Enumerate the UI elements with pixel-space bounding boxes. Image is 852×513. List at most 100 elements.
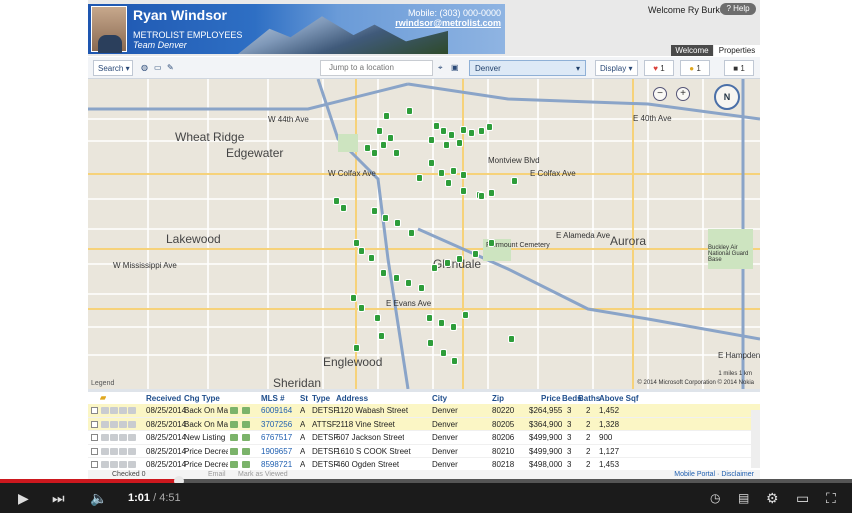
table-row[interactable]: 08/25/2014Price Decreas 1909657 A DETSF1610… xyxy=(88,445,760,458)
heart-icon[interactable] xyxy=(101,407,109,414)
col-city[interactable]: City xyxy=(432,394,447,403)
listing-pin[interactable] xyxy=(333,197,340,205)
listing-pin[interactable] xyxy=(406,107,413,115)
display-button[interactable]: Display ▾ xyxy=(595,60,638,76)
col-st[interactable]: St xyxy=(300,394,308,403)
select-area-icon[interactable]: ▭ xyxy=(154,60,164,76)
listing-pin[interactable] xyxy=(440,349,447,357)
photo-icon[interactable] xyxy=(128,407,136,414)
map-thumb-icon[interactable] xyxy=(230,407,238,414)
photo-icon[interactable] xyxy=(128,420,136,428)
listing-pin[interactable] xyxy=(393,149,400,157)
listing-pin[interactable] xyxy=(433,122,440,130)
table-row[interactable]: 08/25/2014Back On Mark 6009164 A DETSF1120 … xyxy=(88,404,760,418)
listing-pin[interactable] xyxy=(374,314,381,322)
photo-icon[interactable] xyxy=(128,434,136,441)
map-thumb-icon[interactable] xyxy=(230,420,238,428)
tab-properties[interactable]: Properties xyxy=(714,45,760,56)
favorites-counter[interactable]: ♥ 1 xyxy=(644,60,674,76)
col-chg-type[interactable]: Chg Type xyxy=(184,394,220,403)
photo-thumb-icon[interactable] xyxy=(242,461,250,468)
listing-pin[interactable] xyxy=(508,335,515,343)
listing-pin[interactable] xyxy=(444,259,451,267)
heart-icon[interactable] xyxy=(101,447,109,455)
listing-pin[interactable] xyxy=(418,284,425,292)
rejects-counter[interactable]: ■ 1 xyxy=(724,60,754,76)
listing-pin[interactable] xyxy=(440,127,447,135)
captions-icon[interactable]: ▤ xyxy=(738,491,749,505)
listing-pin[interactable] xyxy=(378,332,385,340)
listing-pin[interactable] xyxy=(427,339,434,347)
listing-pin[interactable] xyxy=(393,274,400,282)
listing-pin[interactable] xyxy=(371,149,378,157)
bus-icon[interactable]: ▣ xyxy=(451,60,461,76)
cell-mls[interactable]: 8598721 xyxy=(261,460,292,469)
row-checkbox[interactable] xyxy=(91,407,98,414)
listing-pin[interactable] xyxy=(438,319,445,327)
listing-pin[interactable] xyxy=(486,123,493,131)
listing-pin[interactable] xyxy=(456,255,463,263)
listing-pin[interactable] xyxy=(478,127,485,135)
heart-icon[interactable] xyxy=(101,434,109,441)
agent-email-link[interactable]: rwindsor@metrolist.com xyxy=(395,18,501,28)
listing-pin[interactable] xyxy=(478,192,485,200)
listing-pin[interactable] xyxy=(358,304,365,312)
listing-pin[interactable] xyxy=(450,323,457,331)
listing-pin[interactable] xyxy=(431,264,438,272)
listing-pin[interactable] xyxy=(387,134,394,142)
row-checkbox[interactable] xyxy=(91,420,98,428)
heart-icon[interactable] xyxy=(101,461,109,468)
compass-control[interactable]: N xyxy=(714,84,740,110)
listing-pin[interactable] xyxy=(353,239,360,247)
row-checkbox[interactable] xyxy=(91,434,98,441)
listing-pin[interactable] xyxy=(380,269,387,277)
mark-viewed-button[interactable]: Mark as Viewed xyxy=(238,471,288,478)
next-icon[interactable]: ⏭ xyxy=(52,491,65,505)
trash-icon[interactable] xyxy=(119,407,127,414)
col-zip[interactable]: Zip xyxy=(492,394,504,403)
listing-pin[interactable] xyxy=(353,344,360,352)
listing-pin[interactable] xyxy=(460,126,467,134)
listing-pin[interactable] xyxy=(382,214,389,222)
listing-pin[interactable] xyxy=(428,159,435,167)
listing-pin[interactable] xyxy=(340,204,347,212)
map-canvas[interactable]: Wheat Ridge Edgewater Lakewood Aurora En… xyxy=(88,79,760,389)
bulb-icon[interactable] xyxy=(110,461,118,468)
listing-pin[interactable] xyxy=(376,127,383,135)
listing-pin[interactable] xyxy=(462,311,469,319)
map-thumb-icon[interactable] xyxy=(230,434,238,441)
listing-pin[interactable] xyxy=(416,174,423,182)
listing-pin[interactable] xyxy=(368,254,375,262)
map-thumb-icon[interactable] xyxy=(230,447,238,455)
table-row[interactable]: 08/25/2014 New Listing 6767517 A DETSF 607 Ja… xyxy=(88,431,760,445)
listing-pin[interactable] xyxy=(511,177,518,185)
listing-pin[interactable] xyxy=(428,136,435,144)
photo-thumb-icon[interactable] xyxy=(242,407,250,414)
listing-pin[interactable] xyxy=(350,294,357,302)
listing-pin[interactable] xyxy=(358,247,365,255)
listing-pin[interactable] xyxy=(394,219,401,227)
photo-thumb-icon[interactable] xyxy=(242,420,250,428)
bulb-icon[interactable] xyxy=(110,407,118,414)
listing-pin[interactable] xyxy=(443,141,450,149)
bulb-icon[interactable] xyxy=(110,434,118,441)
map-thumb-icon[interactable] xyxy=(230,461,238,468)
draw-icon[interactable]: ✎ xyxy=(167,60,177,76)
listing-pin[interactable] xyxy=(456,139,463,147)
trash-icon[interactable] xyxy=(119,447,127,455)
legend-tab[interactable]: Legend xyxy=(91,380,114,387)
photo-thumb-icon[interactable] xyxy=(242,434,250,441)
list-scrollbar[interactable] xyxy=(751,410,760,468)
listing-pin[interactable] xyxy=(460,171,467,179)
footer-links[interactable]: Mobile Portal · Disclaimer xyxy=(674,471,754,478)
photo-thumb-icon[interactable] xyxy=(242,447,250,455)
ideas-counter[interactable]: ● 1 xyxy=(680,60,710,76)
heart-icon[interactable] xyxy=(101,420,109,428)
listing-pin[interactable] xyxy=(468,129,475,137)
trash-icon[interactable] xyxy=(119,420,127,428)
photo-icon[interactable] xyxy=(128,461,136,468)
zoom-in-button[interactable]: + xyxy=(676,87,690,101)
col-mls[interactable]: MLS # xyxy=(261,394,285,403)
col-address[interactable]: Address xyxy=(336,394,368,403)
listing-pin[interactable] xyxy=(426,314,433,322)
